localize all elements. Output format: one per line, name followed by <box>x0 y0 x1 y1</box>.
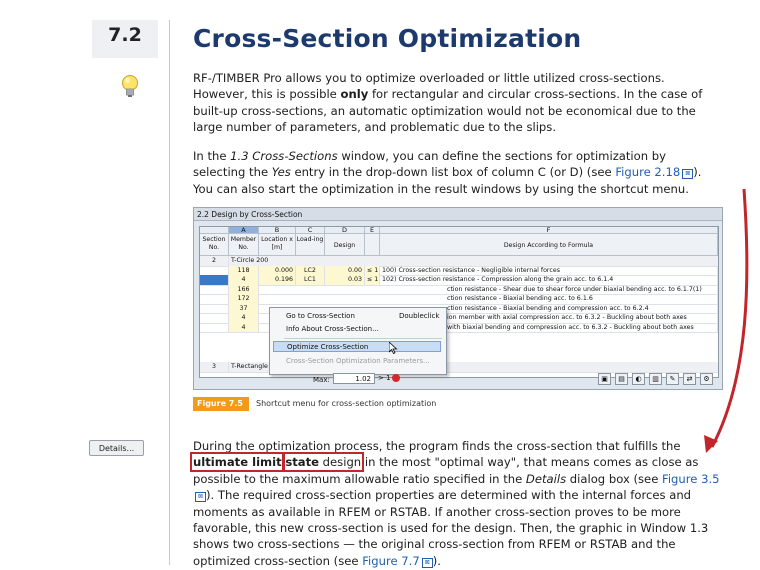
group-name: T-Circle 200 <box>231 257 269 264</box>
menu-item-optimize-cross-section[interactable]: Optimize Cross-Section <box>273 341 441 352</box>
cursor-icon <box>388 341 398 356</box>
status-red-icon <box>392 374 400 382</box>
member-cell: 118 <box>229 265 259 275</box>
reference-icon: ⊠ <box>421 557 433 568</box>
group-number: 2 <box>200 256 229 266</box>
member-cell: 37 <box>229 303 259 313</box>
header-loading: Load-ing <box>296 234 325 256</box>
column-b[interactable]: B <box>259 227 296 234</box>
menu-item-optimization-parameters[interactable]: Cross-Section Optimization Parameters... <box>286 356 430 367</box>
member-cell: 4 <box>229 313 259 323</box>
column-e[interactable]: E <box>365 227 380 234</box>
context-menu: Go to Cross-Section Doubleclick Info Abou… <box>269 307 447 375</box>
loading-cell: LC1 <box>296 275 325 285</box>
loading-cell: LC2 <box>296 265 325 275</box>
header-section-no: Section No. <box>200 234 229 256</box>
group-number: 3 <box>200 362 229 372</box>
member-cell: 166 <box>229 284 259 294</box>
menu-separator <box>284 338 442 339</box>
state-design-highlight: state design <box>282 452 365 473</box>
column-d[interactable]: D <box>325 227 365 234</box>
max-value-field: 1.02 <box>333 373 375 384</box>
corner-header <box>200 227 229 234</box>
header-design: Design <box>325 234 365 256</box>
header-member-no: Member No. <box>229 234 259 256</box>
annotation-arrow <box>600 185 760 459</box>
header-e <box>365 234 380 256</box>
member-cell: 4 <box>229 322 259 332</box>
ultimate-limit-highlight: ultimate limit <box>190 452 285 473</box>
location-cell: 0.196 <box>259 275 296 285</box>
reference-icon: ⊠ <box>682 169 694 180</box>
column-c[interactable]: C <box>296 227 325 234</box>
menu-item-info[interactable]: Info About Cross-Section... <box>286 324 379 335</box>
figure-caption: Shortcut menu for cross-section optimiza… <box>256 399 437 408</box>
lightbulb-icon <box>121 74 139 104</box>
menu-item-go-to-cross-section[interactable]: Go to Cross-Section Doubleclick <box>286 311 446 322</box>
column-a[interactable]: A <box>229 227 259 234</box>
section-number: 7.2 <box>108 24 142 46</box>
location-cell: 0.000 <box>259 265 296 275</box>
member-cell: 172 <box>229 294 259 304</box>
figure-tag: Figure 7.5 <box>193 397 249 411</box>
figure-3-5-link[interactable]: Figure 3.5 <box>662 472 720 486</box>
page-title: Cross-Section Optimization <box>193 24 582 53</box>
max-label: Max: <box>313 376 330 384</box>
max-condition: > 1 <box>378 374 391 382</box>
condition-cell: ≤ 1 <box>365 265 380 275</box>
condition-cell: ≤ 1 <box>365 275 380 285</box>
details-button[interactable]: Details... <box>89 440 144 456</box>
header-location: Location x [m] <box>259 234 296 256</box>
reference-icon: ⊠ <box>195 492 206 503</box>
member-cell: 4 <box>229 275 259 285</box>
intro-paragraph: RF-/TIMBER Pro allows you to optimize ov… <box>193 71 703 135</box>
figure-7-7-link[interactable]: Figure 7.7 <box>362 554 420 568</box>
margin-divider <box>169 20 170 565</box>
design-cell: 0.03 <box>325 275 365 285</box>
figure-2-18-link[interactable]: Figure 2.18 <box>615 165 680 179</box>
design-cell: 0.00 <box>325 265 365 275</box>
